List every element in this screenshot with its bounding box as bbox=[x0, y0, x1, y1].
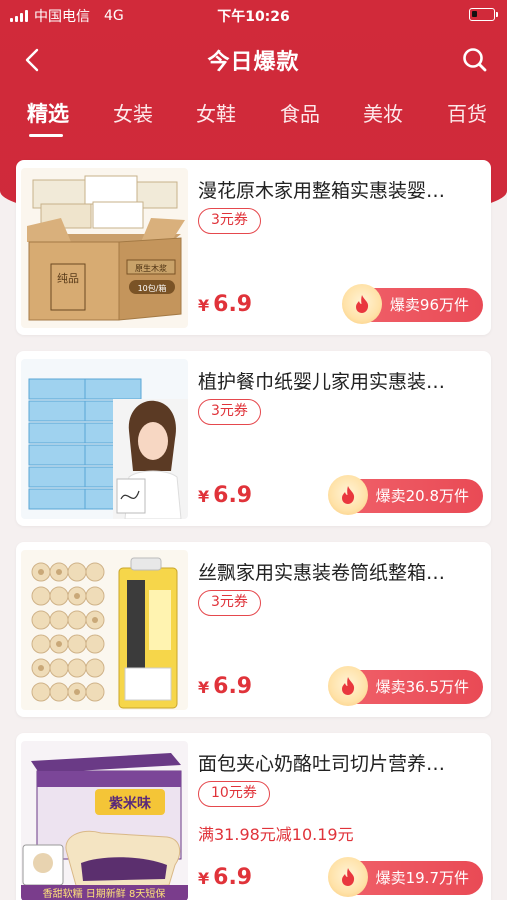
product-card[interactable]: 丝飘家用实惠装卷筒纸整箱… 3元券 ¥6.9 爆卖36.5万件 bbox=[16, 542, 491, 717]
svg-text:10包/箱: 10包/箱 bbox=[138, 283, 167, 293]
price-value: 6.9 bbox=[213, 483, 253, 508]
tab-womens-clothing[interactable]: 女装 bbox=[103, 98, 163, 127]
status-time: 下午10:26 bbox=[217, 9, 290, 25]
svg-text:原生木浆: 原生木浆 bbox=[135, 263, 167, 273]
flame-icon bbox=[327, 475, 368, 515]
tab-general-goods[interactable]: 百货 bbox=[437, 98, 497, 127]
coupon-badge: 3元券 bbox=[198, 208, 261, 234]
sales-count: 爆卖19.7万件 bbox=[375, 869, 469, 887]
sales-badge: 爆卖19.7万件 bbox=[327, 857, 483, 897]
search-icon bbox=[463, 48, 487, 72]
product-price: ¥6.9 bbox=[198, 865, 252, 890]
product-image: 纯品 原生木浆 10包/箱 bbox=[21, 168, 188, 328]
product-card[interactable]: 紫米味 香甜软糯 日期新鲜 8天短保 面包夹心奶酪吐司切片营养… 10元券 满3… bbox=[16, 733, 491, 900]
product-title: 植护餐巾纸婴儿家用实惠装… bbox=[198, 371, 446, 393]
coupon-badge: 10元券 bbox=[198, 781, 270, 807]
promotion-text: 满31.98元减10.19元 bbox=[198, 825, 354, 844]
product-image bbox=[21, 359, 188, 519]
product-image bbox=[21, 550, 188, 710]
price-value: 6.9 bbox=[213, 865, 253, 890]
sales-count: 爆卖36.5万件 bbox=[375, 678, 469, 696]
category-tabs: 精选 女装 女鞋 食品 美妆 百货 bbox=[0, 98, 507, 142]
svg-text:香甜软糯 日期新鲜 8天短保: 香甜软糯 日期新鲜 8天短保 bbox=[43, 887, 166, 900]
status-bar: 中国电信 4G 下午10:26 bbox=[0, 0, 507, 30]
flame-icon bbox=[327, 666, 368, 706]
product-price: ¥6.9 bbox=[198, 292, 252, 317]
product-card[interactable]: 植护餐巾纸婴儿家用实惠装… 3元券 ¥6.9 爆卖20.8万件 bbox=[16, 351, 491, 526]
battery-icon bbox=[469, 8, 498, 21]
flame-icon bbox=[341, 284, 382, 324]
currency-symbol: ¥ bbox=[198, 678, 210, 697]
sales-badge: 爆卖20.8万件 bbox=[327, 475, 483, 515]
tab-beauty[interactable]: 美妆 bbox=[353, 98, 413, 127]
product-title: 面包夹心奶酪吐司切片营养… bbox=[198, 753, 446, 775]
currency-symbol: ¥ bbox=[198, 869, 210, 888]
tab-featured[interactable]: 精选 bbox=[18, 98, 78, 128]
tab-womens-shoes[interactable]: 女鞋 bbox=[186, 98, 246, 127]
nav-bar: 今日爆款 bbox=[0, 36, 507, 82]
search-button[interactable] bbox=[457, 42, 493, 78]
tab-food[interactable]: 食品 bbox=[270, 98, 330, 127]
product-card[interactable]: 纯品 原生木浆 10包/箱 漫花原木家用整箱实惠装婴… 3元券 ¥6.9 爆卖9… bbox=[16, 160, 491, 335]
svg-text:紫米味: 紫米味 bbox=[109, 795, 151, 812]
sales-count: 爆卖20.8万件 bbox=[375, 487, 469, 505]
sales-count: 爆卖96万件 bbox=[389, 296, 469, 314]
coupon-badge: 3元券 bbox=[198, 590, 261, 616]
product-price: ¥6.9 bbox=[198, 674, 252, 699]
active-tab-indicator bbox=[29, 134, 63, 137]
sales-badge: 爆卖96万件 bbox=[341, 284, 483, 324]
price-value: 6.9 bbox=[213, 674, 253, 699]
flame-icon bbox=[327, 857, 368, 897]
price-value: 6.9 bbox=[213, 292, 253, 317]
sales-badge: 爆卖36.5万件 bbox=[327, 666, 483, 706]
product-title: 漫花原木家用整箱实惠装婴… bbox=[198, 180, 446, 202]
currency-symbol: ¥ bbox=[198, 487, 210, 506]
product-price: ¥6.9 bbox=[198, 483, 252, 508]
page-title: 今日爆款 bbox=[207, 50, 300, 75]
product-image: 紫米味 香甜软糯 日期新鲜 8天短保 bbox=[21, 741, 188, 900]
coupon-badge: 3元券 bbox=[198, 399, 261, 425]
svg-text:纯品: 纯品 bbox=[57, 272, 79, 285]
currency-symbol: ¥ bbox=[198, 296, 210, 315]
product-title: 丝飘家用实惠装卷筒纸整箱… bbox=[198, 562, 446, 584]
